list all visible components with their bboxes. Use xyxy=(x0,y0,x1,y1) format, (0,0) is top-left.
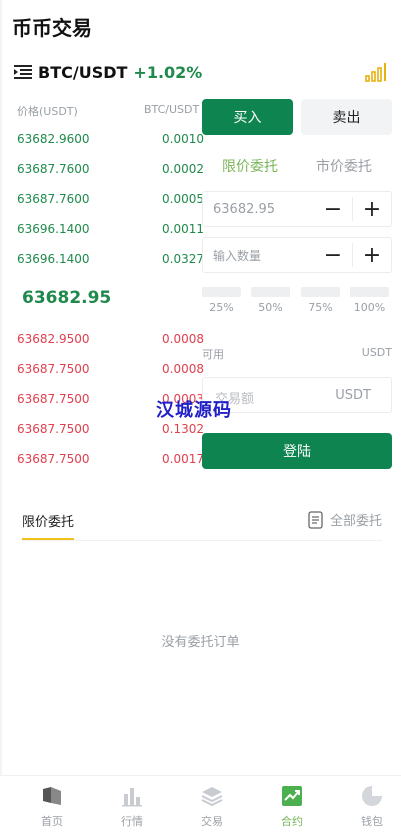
percent-label[interactable]: 75% xyxy=(301,301,340,314)
percent-label[interactable]: 50% xyxy=(251,301,290,314)
wallet-icon xyxy=(362,786,382,806)
nav-item-wallet[interactable]: 钱包 xyxy=(342,785,401,829)
ask-price[interactable]: 63682.9500 xyxy=(17,324,90,354)
last-price: 63682.95 xyxy=(22,288,112,308)
buy-tab[interactable]: 买入 xyxy=(202,99,293,135)
percent-label[interactable]: 100% xyxy=(350,301,389,314)
bid-price[interactable]: 63696.1400 xyxy=(17,214,90,244)
ask-price[interactable]: 63687.7500 xyxy=(17,384,90,414)
trade-icon xyxy=(201,787,223,807)
price-input[interactable]: 63682.95 xyxy=(203,202,314,217)
price-plus-button[interactable]: + xyxy=(353,192,391,226)
document-icon xyxy=(308,510,323,529)
empty-orders-message: 没有委托订单 xyxy=(161,635,240,650)
percent-bar-75[interactable] xyxy=(301,287,340,297)
nav-label: 交易 xyxy=(201,815,223,828)
bid-price[interactable]: 63687.7600 xyxy=(17,184,90,214)
tab-limit-orders[interactable]: 限价委托 xyxy=(22,511,74,530)
page-title: 币币交易 xyxy=(12,16,92,40)
amount-unit: USDT xyxy=(335,388,371,403)
tab-market-order[interactable]: 市价委托 xyxy=(316,156,372,176)
available-unit: USDT xyxy=(361,346,392,359)
percent-label[interactable]: 25% xyxy=(202,301,241,314)
orderbook-price-header: 价格(USDT) xyxy=(17,105,78,118)
ask-amount: 0.0008 xyxy=(162,332,204,346)
contract-icon xyxy=(282,786,302,806)
bottom-nav: 首页 行情 交易 合约 钱包 xyxy=(0,775,401,833)
login-button[interactable]: 登陆 xyxy=(202,433,392,469)
percent-bar-50[interactable] xyxy=(251,287,290,297)
bid-price[interactable]: 63687.7600 xyxy=(17,154,90,184)
all-orders-label: 全部委托 xyxy=(329,514,382,529)
quantity-input[interactable]: 输入数量 xyxy=(203,247,314,264)
tab-limit-order[interactable]: 限价委托 xyxy=(222,156,278,176)
bid-amount: 0.0002 xyxy=(162,162,204,176)
bid-amount: 0.0005 xyxy=(162,192,204,206)
quantity-minus-button[interactable]: − xyxy=(314,238,352,272)
ask-amount: 0.0017 xyxy=(162,452,204,466)
nav-item-home[interactable]: 首页 xyxy=(22,785,82,829)
pair-selector[interactable]: BTC/USDT +1.02% xyxy=(14,61,202,83)
ask-price[interactable]: 63687.7500 xyxy=(17,354,90,384)
market-icon xyxy=(122,788,142,807)
bid-amount: 0.0327 xyxy=(162,252,204,266)
left-edge xyxy=(0,0,2,833)
sell-tab[interactable]: 卖出 xyxy=(301,99,392,135)
ask-price[interactable]: 63687.7500 xyxy=(17,444,90,474)
price-stepper[interactable]: 63682.95 − + xyxy=(202,191,392,227)
quantity-plus-button[interactable]: + xyxy=(353,238,391,272)
ask-price[interactable]: 63687.7500 xyxy=(17,414,90,444)
nav-item-market[interactable]: 行情 xyxy=(102,785,162,829)
available-label: 可用 xyxy=(202,348,224,361)
all-orders-link[interactable]: 全部委托 xyxy=(308,510,382,529)
ask-amount: 0.0008 xyxy=(162,362,204,376)
active-tab-indicator xyxy=(22,538,74,540)
orderbook-amount-header: BTC/USDT xyxy=(144,103,200,116)
bid-price[interactable]: 63696.1400 xyxy=(17,244,90,274)
bid-amount: 0.0010 xyxy=(162,132,204,146)
nav-label: 行情 xyxy=(121,815,143,828)
percent-bar-100[interactable] xyxy=(350,287,389,297)
quantity-stepper[interactable]: 输入数量 − + xyxy=(202,237,392,273)
price-minus-button[interactable]: − xyxy=(314,192,352,226)
menu-icon[interactable] xyxy=(14,65,32,79)
home-icon xyxy=(43,787,61,805)
nav-item-trade[interactable]: 交易 xyxy=(182,785,242,829)
bid-price[interactable]: 63682.9600 xyxy=(17,124,90,154)
nav-label: 钱包 xyxy=(361,815,383,828)
chart-icon[interactable] xyxy=(365,62,387,82)
pair-name: BTC/USDT xyxy=(38,62,128,82)
nav-label: 首页 xyxy=(41,815,63,828)
bid-amount: 0.0011 xyxy=(162,222,204,236)
nav-label: 合约 xyxy=(281,815,303,828)
pair-change: +1.02% xyxy=(133,62,203,82)
watermark: 汉城源码 xyxy=(156,400,232,421)
orders-divider xyxy=(22,540,382,541)
percent-bar-25[interactable] xyxy=(202,287,241,297)
nav-item-contract[interactable]: 合约 xyxy=(262,785,322,829)
